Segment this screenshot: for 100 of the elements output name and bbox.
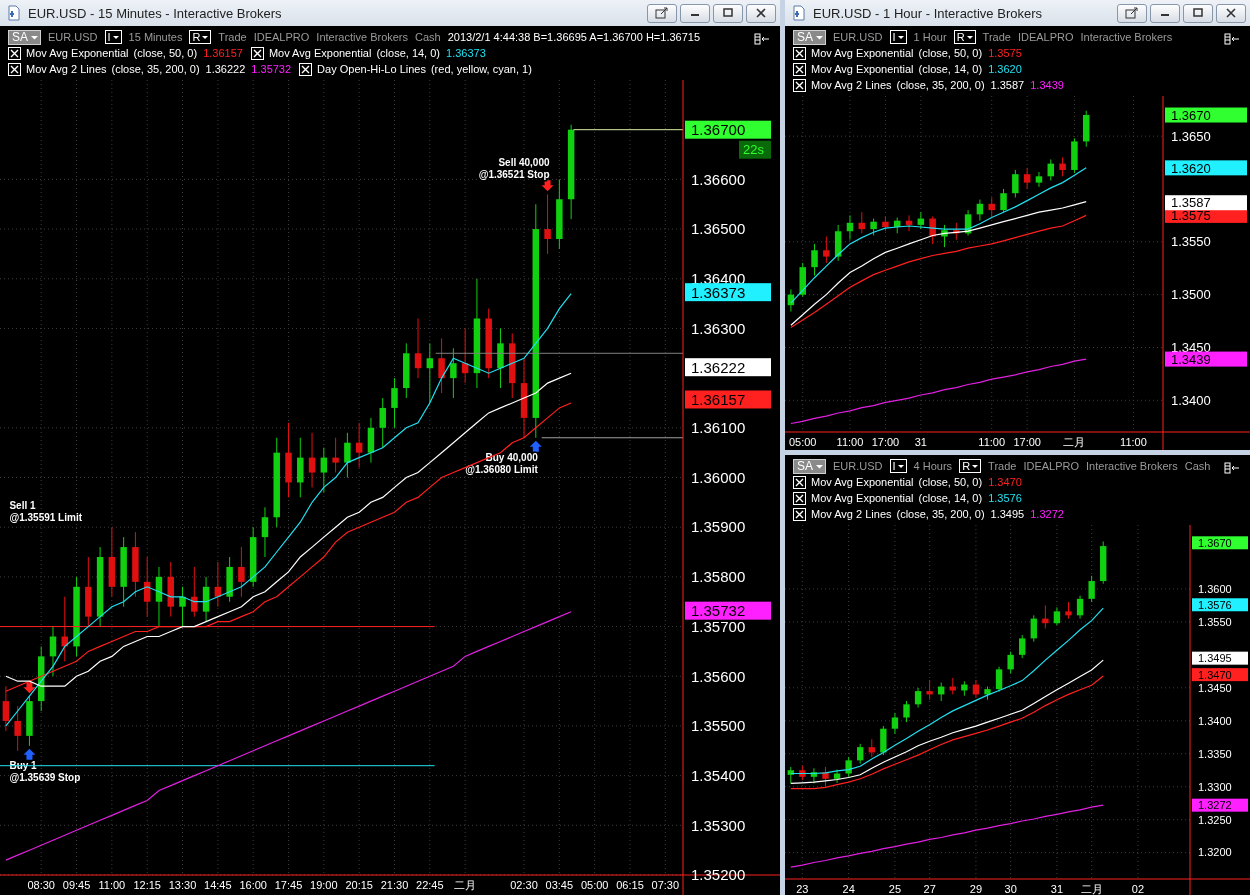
axis-tick-label: 19:00 <box>310 879 338 891</box>
interval-label: 15 Minutes <box>128 30 183 45</box>
maximize-button[interactable] <box>713 3 743 23</box>
window-title: EUR.USD - 15 Minutes - Interactive Brokers <box>28 5 283 21</box>
order-price-label: @1.35639 Stop <box>9 771 81 783</box>
close-button[interactable] <box>746 3 776 23</box>
menu-icon[interactable] <box>1224 33 1240 45</box>
axis-tick-label: 27 <box>923 883 936 895</box>
indicator-name: Day Open-Hi-Lo Lines <box>317 62 426 77</box>
checkbox[interactable] <box>793 507 806 521</box>
interval-label: 4 Hours <box>913 459 953 474</box>
price-label: 1.3670 <box>1198 536 1232 549</box>
close-button[interactable] <box>1216 3 1246 23</box>
axis-tick-label: 31 <box>1050 883 1064 895</box>
axis-tick-label: 29 <box>969 883 983 895</box>
candlestick <box>988 196 995 217</box>
candlestick <box>903 700 910 723</box>
checkbox[interactable] <box>793 491 806 505</box>
mode-label: Trade <box>982 30 1011 45</box>
indicator-name: Mov Avg 2 Lines <box>811 507 892 522</box>
menu-icon[interactable] <box>1224 462 1240 474</box>
checkbox[interactable] <box>793 475 806 489</box>
bar-type-dropdown[interactable]: I <box>104 30 122 44</box>
range-dropdown[interactable]: R <box>189 30 212 44</box>
candlestick <box>2 685 10 732</box>
axis-tick-label: 20:15 <box>345 879 373 891</box>
indicator-value: 1.3439 <box>1030 78 1064 93</box>
indicator-value: 1.36157 <box>203 46 243 61</box>
close-icon <box>1225 8 1237 18</box>
price-label: 1.36157 <box>691 390 746 408</box>
checkbox[interactable] <box>793 62 806 76</box>
candlestick <box>1059 156 1066 177</box>
candlestick <box>426 342 434 404</box>
axis-tick-label: 21:30 <box>380 879 409 891</box>
indicator-name: Mov Avg Exponential <box>811 491 914 506</box>
price-label: 1.3272 <box>1198 799 1232 812</box>
maximize-icon <box>722 8 734 18</box>
indicator-params: (close, 14, 0) <box>376 46 440 61</box>
menu-icon[interactable] <box>754 33 770 45</box>
indicator-params: (close, 14, 0) <box>918 491 983 506</box>
bar-type-dropdown[interactable]: I <box>889 30 907 44</box>
maximize-icon <box>1192 8 1204 18</box>
axis-tick-label: 1.3400 <box>1198 714 1232 727</box>
price-label: 1.3575 <box>1171 208 1211 224</box>
broker-label: Interactive Brokers <box>1086 459 1178 474</box>
window-title: EUR.USD - 1 Hour - Interactive Brokers <box>813 5 1043 21</box>
axis-tick-label: 1.3300 <box>1198 780 1232 793</box>
checkbox[interactable] <box>793 78 806 92</box>
candlestick <box>320 447 328 493</box>
checkbox[interactable] <box>8 62 21 76</box>
axis-tick-label: 03:45 <box>545 879 574 891</box>
close-icon <box>755 8 767 18</box>
axis-tick-label: 1.36000 <box>691 468 746 486</box>
mode-label: Trade <box>218 30 247 45</box>
up-arrow-icon[interactable] <box>23 748 36 760</box>
candlestick <box>926 679 933 701</box>
axis-tick-label: 22:45 <box>416 879 444 891</box>
axis-tick-label: 1.35300 <box>691 816 746 834</box>
axis-tick-label: 二月 <box>1080 883 1103 895</box>
candlestick <box>1023 167 1031 190</box>
axis-tick-label: 05:00 <box>580 879 609 891</box>
axis-tick-label: 1.35900 <box>691 518 746 536</box>
range-dropdown[interactable]: R <box>959 459 982 473</box>
down-arrow-icon[interactable] <box>23 682 36 694</box>
price-label: 1.3495 <box>1198 652 1232 665</box>
checkbox[interactable] <box>299 62 313 76</box>
interval-label: 1 Hour <box>913 30 947 45</box>
axis-tick-label: 23 <box>796 883 809 895</box>
indicator-value: 1.36222 <box>205 62 246 77</box>
candlestick <box>823 236 830 264</box>
checkbox[interactable] <box>793 46 806 60</box>
price-label: 1.36222 <box>691 358 746 376</box>
checkbox[interactable] <box>8 46 21 60</box>
axis-tick-label: 1.35800 <box>691 568 746 586</box>
broker-label: Interactive Brokers <box>1080 30 1173 45</box>
order-price-label: @1.36521 Stop <box>478 169 550 181</box>
maximize-button[interactable] <box>1183 3 1213 23</box>
exchange-label: IDEALPRO <box>253 30 310 45</box>
minimize-button[interactable] <box>680 3 710 23</box>
axis-tick-label: 25 <box>888 883 902 895</box>
asset-type-label: Cash <box>1184 459 1211 474</box>
candlestick <box>179 586 186 628</box>
asset-type-label: Cash <box>415 30 441 45</box>
price-label: 1.3620 <box>1171 160 1211 176</box>
axis-tick-label: 1.36100 <box>691 419 746 437</box>
indicator-params: (close, 35, 200, 0) <box>896 507 985 522</box>
axis-tick-label: 11:00 <box>1120 436 1147 448</box>
down-arrow-icon[interactable] <box>541 180 554 192</box>
axis-tick-label: 1.3550 <box>1171 234 1211 250</box>
axis-tick-label: 二月 <box>1063 436 1086 448</box>
axis-tick-label: 1.3350 <box>1198 747 1232 760</box>
candlestick <box>1000 188 1007 213</box>
minimize-button[interactable] <box>1150 3 1180 23</box>
checkbox[interactable] <box>250 46 264 60</box>
bar-type-dropdown[interactable]: I <box>889 459 907 473</box>
range-dropdown[interactable]: R <box>953 30 976 44</box>
indicator-name: Mov Avg Exponential <box>26 46 129 61</box>
candlestick <box>811 243 818 277</box>
indicator-params: (close, 35, 200, 0) <box>111 62 200 77</box>
up-arrow-icon[interactable] <box>529 440 542 452</box>
